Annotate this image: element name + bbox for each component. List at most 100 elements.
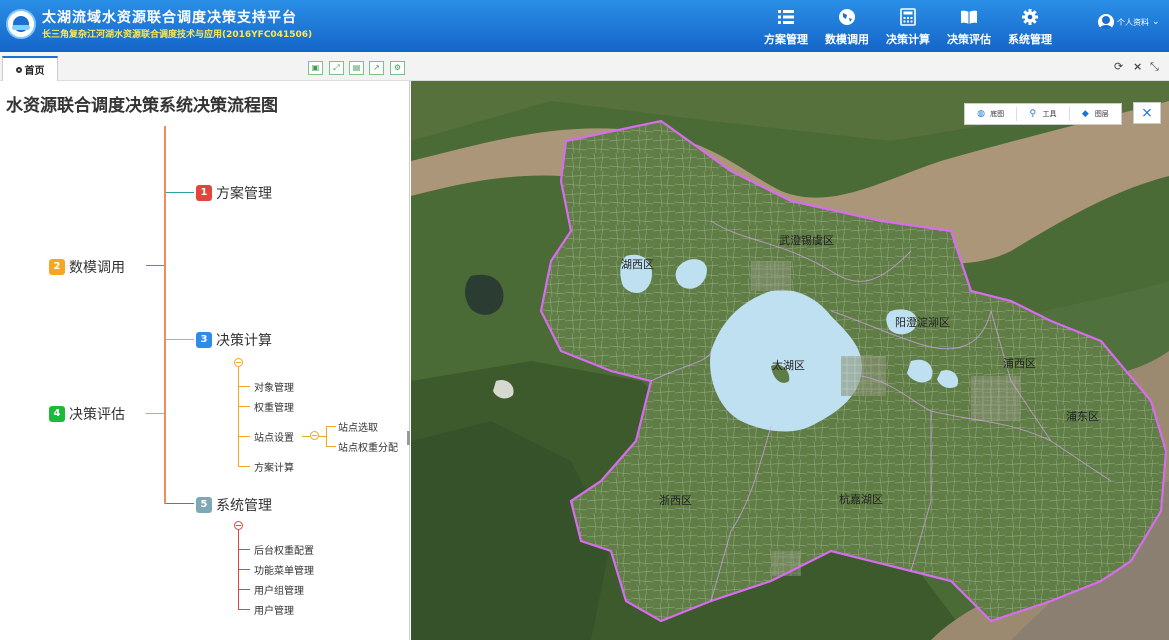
collapse-toggle-icon[interactable] xyxy=(310,431,319,440)
flow-trunk xyxy=(164,126,166,504)
platform-subtitle: 长三角复杂江河湖水资源联合调度技术与应用(2016YFC041506) xyxy=(42,30,313,40)
node-badge: 1 xyxy=(196,185,212,201)
branch-line xyxy=(146,413,164,414)
sys-item-usergroup[interactable]: 用户组管理 xyxy=(254,582,304,597)
branch-line xyxy=(166,192,194,193)
platform-logo xyxy=(6,9,36,39)
map-toolbar: ◍ 底图 ⚲ 工具 ◆ 图层 xyxy=(964,103,1122,125)
nav-decision-calc[interactable]: 决策计算 xyxy=(877,0,939,52)
tab-home-label: 首页 xyxy=(24,66,45,77)
node-model-call[interactable]: 2 数模调用 xyxy=(49,257,125,277)
calc-item-site-settings[interactable]: 站点设置 xyxy=(254,429,294,444)
region-label: 阳澄淀泖区 xyxy=(895,316,950,329)
region-label: 武澄锡虞区 xyxy=(779,234,834,247)
nav-plan-management[interactable]: 方案管理 xyxy=(755,0,817,52)
map-tool-label: 底图 xyxy=(990,110,1005,118)
globe-icon xyxy=(839,9,855,25)
export-icon[interactable]: ↗ xyxy=(369,61,384,75)
map-layers-button[interactable]: ◆ 图层 xyxy=(1070,107,1121,121)
home-dot-icon xyxy=(15,66,22,73)
sub-branch xyxy=(238,549,250,550)
globe-icon: ◍ xyxy=(977,109,986,119)
nav-model-call[interactable]: 数模调用 xyxy=(816,0,878,52)
node-label: 决策计算 xyxy=(216,333,272,349)
gear-icon xyxy=(1022,9,1038,25)
sub-branch xyxy=(238,466,250,467)
region-label: 浦西区 xyxy=(1003,357,1036,370)
sys-item-backend-weight[interactable]: 后台权重配置 xyxy=(254,542,314,557)
user-profile-menu[interactable]: 个人资料 ⌄ xyxy=(1098,12,1160,32)
fullscreen-icon[interactable]: ⤢ xyxy=(329,61,344,75)
sub-branch xyxy=(238,436,250,437)
collapse-toggle-icon[interactable] xyxy=(234,521,243,530)
user-avatar-icon xyxy=(1098,14,1114,30)
branch-line xyxy=(166,503,194,504)
sub-branch xyxy=(238,569,250,570)
region-label: 湖西区 xyxy=(621,258,654,271)
sub-branch xyxy=(238,406,250,407)
sub-trunk xyxy=(326,426,327,446)
refresh-icon[interactable]: ⟳ xyxy=(1114,60,1123,73)
sub-branch xyxy=(302,436,310,437)
nav-label: 决策评估 xyxy=(947,33,991,46)
calc-item-plan-calc[interactable]: 方案计算 xyxy=(254,459,294,474)
sys-item-user[interactable]: 用户管理 xyxy=(254,602,294,617)
satellite-map[interactable]: 武澄锡虞区 湖西区 阳澄淀泖区 太湖区 浦西区 浦东区 浙西区 杭嘉湖区 ◍ 底… xyxy=(411,81,1169,640)
node-plan-management[interactable]: 1 方案管理 xyxy=(196,183,272,203)
region-label: 太湖区 xyxy=(772,359,805,372)
disk-icon[interactable]: ▤ xyxy=(349,61,364,75)
node-system-management[interactable]: 5 系统管理 xyxy=(196,495,272,515)
sub-branch xyxy=(238,386,250,387)
tab-home[interactable]: 首页 xyxy=(2,56,58,81)
settings-icon[interactable]: ⚙ xyxy=(390,61,405,75)
map-tool-label: 工具 xyxy=(1042,110,1057,118)
calc-item-weight-management[interactable]: 权重管理 xyxy=(254,399,294,414)
user-profile-label: 个人资料 xyxy=(1117,17,1149,27)
sub-branch xyxy=(238,609,250,610)
node-badge: 3 xyxy=(196,332,212,348)
node-decision-calc[interactable]: 3 决策计算 xyxy=(196,330,272,350)
maximize-icon[interactable]: ⤡ xyxy=(1150,60,1159,74)
sub-trunk xyxy=(238,367,239,466)
branch-line xyxy=(166,339,194,340)
node-label: 数模调用 xyxy=(69,260,125,276)
map-basemap-button[interactable]: ◍ 底图 xyxy=(965,107,1018,121)
chevron-down-icon: ⌄ xyxy=(1152,17,1160,27)
region-label: 浦东区 xyxy=(1066,410,1099,423)
sub-branch xyxy=(326,446,336,447)
nav-label: 数模调用 xyxy=(825,33,869,46)
node-badge: 5 xyxy=(196,497,212,513)
book-icon xyxy=(961,10,977,24)
site-item-weight[interactable]: 站点权重分配 xyxy=(338,439,398,454)
nav-system-management[interactable]: 系统管理 xyxy=(999,0,1061,52)
nav-label: 决策计算 xyxy=(886,33,930,46)
layers-icon: ◆ xyxy=(1081,109,1089,119)
tab-bar: 首页 ▣ ⤢ ▤ ↗ ⚙ ⟳ × ⤡ xyxy=(0,52,1169,81)
close-icon[interactable]: × xyxy=(1133,60,1142,73)
region-label: 杭嘉湖区 xyxy=(839,493,883,506)
wrench-icon: ⚲ xyxy=(1029,109,1037,119)
sub-branch xyxy=(326,426,336,427)
nav-label: 系统管理 xyxy=(1008,33,1052,46)
save-icon[interactable]: ▣ xyxy=(308,61,323,75)
node-badge: 2 xyxy=(49,259,65,275)
node-label: 决策评估 xyxy=(69,407,125,423)
map-toolbar-toggle-icon[interactable]: ⨯ xyxy=(1133,102,1161,124)
nav-decision-eval[interactable]: 决策评估 xyxy=(938,0,1000,52)
collapse-toggle-icon[interactable] xyxy=(234,358,243,367)
panel-splitter-handle[interactable] xyxy=(407,431,410,445)
sub-branch xyxy=(319,436,326,437)
flowchart-title: 水资源联合调度决策系统决策流程图 xyxy=(6,96,278,116)
site-item-select[interactable]: 站点选取 xyxy=(338,419,378,434)
map-tools-button[interactable]: ⚲ 工具 xyxy=(1017,107,1070,121)
sys-item-menu[interactable]: 功能菜单管理 xyxy=(254,562,314,577)
calc-item-object-management[interactable]: 对象管理 xyxy=(254,379,294,394)
node-decision-eval[interactable]: 4 决策评估 xyxy=(49,404,125,424)
sub-branch xyxy=(238,589,250,590)
platform-title: 太湖流域水资源联合调度决策支持平台 xyxy=(42,10,297,26)
map-tool-label: 图层 xyxy=(1094,110,1109,118)
nav-label: 方案管理 xyxy=(764,33,808,46)
flowchart-panel: 水资源联合调度决策系统决策流程图 1 方案管理 2 数模调用 3 决策计算 对象… xyxy=(0,81,410,640)
node-badge: 4 xyxy=(49,406,65,422)
node-label: 方案管理 xyxy=(216,186,272,202)
